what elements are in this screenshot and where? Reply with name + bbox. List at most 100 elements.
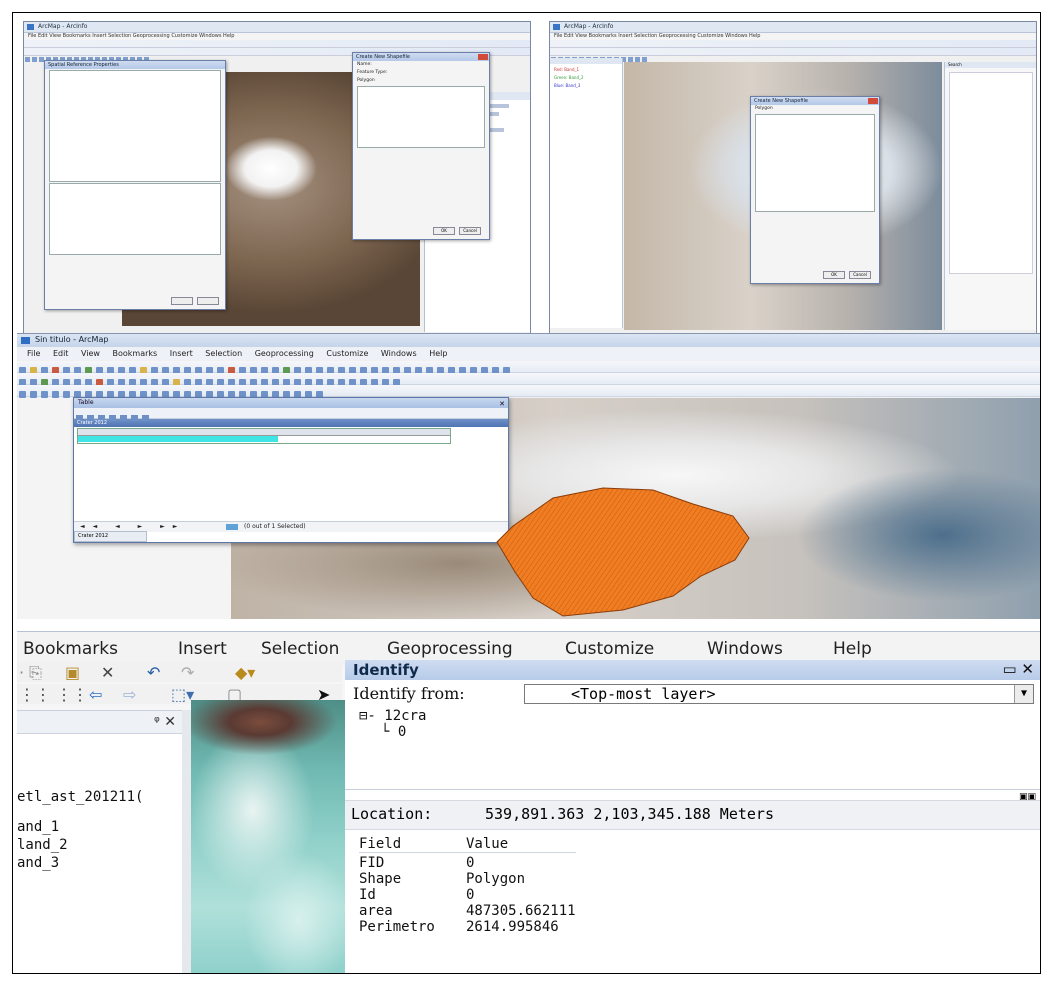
- pin-close-icon[interactable]: ᵠ ✕: [154, 714, 176, 730]
- attribute-fields-table: Field Value FID 0 Shape Polygon Id 0 area 487…: [359, 836, 576, 935]
- field-value: 0: [466, 887, 475, 903]
- panel-divider[interactable]: [182, 710, 191, 973]
- coordinate-system-list[interactable]: [49, 70, 221, 182]
- menu-help[interactable]: Help: [833, 639, 872, 659]
- delete-icon[interactable]: ✕: [101, 664, 114, 682]
- menu-bar[interactable]: File Edit View Bookmarks Insert Selectio…: [24, 33, 530, 40]
- undo-icon[interactable]: ↶: [147, 664, 160, 682]
- table-row[interactable]: area 487305.662111: [359, 903, 576, 919]
- tree-feature-id[interactable]: 0: [398, 724, 406, 740]
- identify-from-value: <Top-most layer>: [571, 685, 716, 703]
- toolbar-2[interactable]: [550, 48, 1036, 62]
- value-column-header[interactable]: Value: [466, 836, 508, 852]
- table-row[interactable]: FID 0: [359, 855, 576, 871]
- top-right-arcmap-window: ArcMap - ArcInfo File Edit View Bookmark…: [549, 21, 1037, 337]
- menu-bookmarks[interactable]: Bookmarks: [23, 639, 118, 659]
- menu-insert[interactable]: Insert: [170, 349, 193, 358]
- redo-icon[interactable]: ↷: [181, 664, 194, 682]
- menu-bookmarks[interactable]: Bookmarks: [113, 349, 158, 358]
- window-controls-icon[interactable]: ▭ ✕: [1002, 660, 1034, 678]
- menu-help[interactable]: Help: [429, 349, 447, 358]
- crater-polygon[interactable]: [493, 486, 753, 618]
- menu-selection[interactable]: Selection: [205, 349, 242, 358]
- field-name: FID: [359, 855, 385, 871]
- attribute-grid[interactable]: [77, 428, 451, 444]
- toolbar[interactable]: [550, 40, 1036, 54]
- grid-header: [78, 429, 450, 436]
- layer-band-3[interactable]: and_3: [17, 855, 59, 871]
- layer-band-1[interactable]: and_1: [17, 819, 59, 835]
- menu-windows[interactable]: Windows: [381, 349, 417, 358]
- menu-windows[interactable]: Windows: [707, 639, 783, 659]
- menu-geoprocessing[interactable]: Geoprocessing: [255, 349, 314, 358]
- table-tab[interactable]: Crater 2012: [74, 531, 147, 542]
- record-navigation[interactable]: ◄◄ ◄ ► ►►: [80, 523, 185, 530]
- menu-geoprocessing[interactable]: Geoprocessing: [387, 639, 513, 659]
- spatial-reference-dialog[interactable]: Spatial Reference Properties: [44, 60, 226, 310]
- apply-button[interactable]: [171, 297, 193, 305]
- menu-bar[interactable]: File Edit View Bookmarks Insert Selectio…: [550, 33, 1036, 40]
- layer-raster-name[interactable]: etl_ast_201211(: [17, 789, 143, 805]
- window-titlebar: ArcMap - ArcInfo: [24, 22, 530, 33]
- table-row[interactable]: Id 0: [359, 887, 576, 903]
- show-all-button[interactable]: [226, 524, 238, 530]
- cancel-button[interactable]: Cancel: [459, 227, 481, 235]
- ok-button[interactable]: OK: [823, 271, 845, 279]
- coordinate-details: [49, 183, 221, 255]
- fields-header-row: Field Value: [359, 836, 576, 853]
- menu-edit[interactable]: Edit: [53, 349, 69, 358]
- arcmap-icon: [553, 24, 560, 30]
- table-row[interactable]: Shape Polygon: [359, 871, 576, 887]
- ok-button[interactable]: OK: [433, 227, 455, 235]
- map-image-zoomed[interactable]: [191, 700, 345, 973]
- menu-insert[interactable]: Insert: [178, 639, 227, 659]
- cancel-button[interactable]: Cancel: [849, 271, 871, 279]
- feature-type-value[interactable]: Polygon: [751, 105, 879, 113]
- add-layer-icon[interactable]: ◆▾: [235, 664, 255, 682]
- feature-type-value[interactable]: Polygon: [353, 77, 489, 85]
- create-shapefile-dialog[interactable]: Create New Shapefile Name: Feature Type:…: [352, 52, 490, 240]
- add-data-icon[interactable]: · ⎘: [19, 664, 42, 682]
- layer-band-2[interactable]: land_2: [17, 837, 68, 853]
- chevron-down-icon[interactable]: ▼: [1014, 685, 1033, 703]
- menu-customize[interactable]: Customize: [565, 639, 654, 659]
- forward-arrow-icon[interactable]: ⇨: [123, 686, 136, 704]
- arcmap-icon: [21, 337, 30, 344]
- identify-results-tree[interactable]: ⊟- 12cra └ 0: [359, 708, 426, 740]
- table-row[interactable]: Perimetro 2614.995846: [359, 919, 576, 935]
- standard-toolbar[interactable]: [17, 361, 1040, 374]
- menu-view[interactable]: View: [81, 349, 100, 358]
- menu-selection[interactable]: Selection: [261, 639, 339, 659]
- collapse-icon[interactable]: ⊟-: [359, 708, 376, 724]
- menu-bar[interactable]: File Edit View Bookmarks Insert Selectio…: [17, 348, 1040, 360]
- field-column-header[interactable]: Field: [359, 836, 466, 852]
- spatial-reference-box: [755, 114, 875, 212]
- field-name: Perimetro: [359, 919, 435, 935]
- table-toolbar[interactable]: [74, 408, 508, 421]
- back-arrow-icon[interactable]: ⇦: [89, 686, 102, 704]
- close-icon[interactable]: [478, 54, 488, 60]
- splitter[interactable]: [345, 789, 1040, 790]
- menu-customize[interactable]: Customize: [326, 349, 368, 358]
- paste-icon[interactable]: ▣: [65, 664, 80, 682]
- selected-row[interactable]: [78, 436, 278, 442]
- tree-layer-name[interactable]: 12cra: [384, 708, 426, 724]
- toolbar[interactable]: [24, 40, 530, 54]
- tools-toolbar[interactable]: [17, 373, 1040, 386]
- field-name: area: [359, 903, 393, 919]
- field-name: Id: [359, 887, 376, 903]
- identify-window[interactable]: Identify ▭ ✕ Identify from: <Top-most la…: [345, 660, 1040, 973]
- close-icon[interactable]: ✕: [499, 399, 505, 409]
- dialog-title: Create New Shapefile: [356, 54, 410, 60]
- close-icon[interactable]: [868, 98, 878, 104]
- editor-toolbar[interactable]: [17, 385, 1040, 398]
- attribute-table-window[interactable]: Table ✕ Crater 2012 ◄◄ ◄ ► ►► (0 out of 1…: [73, 397, 509, 543]
- toolbar-row-1[interactable]: · ⎘ ▣ ✕ ↶ ↷ ◆▾: [17, 662, 342, 682]
- cancel-button-a[interactable]: [197, 297, 219, 305]
- identify-from-dropdown[interactable]: <Top-most layer> ▼: [524, 684, 1034, 704]
- top-left-arcmap-window: ArcMap - ArcInfo File Edit View Bookmark…: [23, 21, 531, 337]
- location-label: Location:: [351, 805, 433, 823]
- full-extent-icon[interactable]: ⋮⋮ ⋮⋮: [19, 686, 88, 704]
- create-shapefile-dialog-2[interactable]: Create New Shapefile Polygon OK Cancel: [750, 96, 880, 284]
- menu-file[interactable]: File: [27, 349, 40, 358]
